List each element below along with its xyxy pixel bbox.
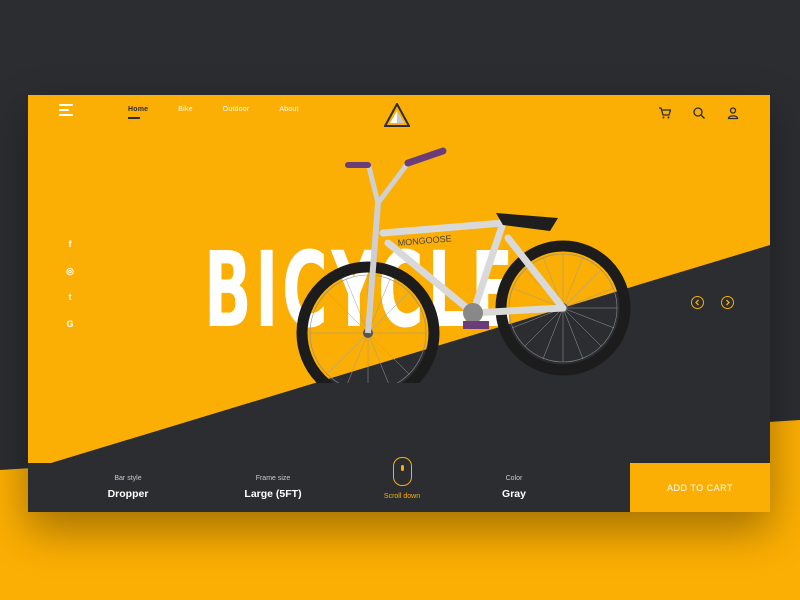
top-navigation: Home Bike Outdoor About xyxy=(28,95,770,135)
spec-label: Color xyxy=(505,475,523,482)
spec-label: Bar style xyxy=(114,475,142,482)
nav-bike[interactable]: Bike xyxy=(178,106,192,113)
spec-value: Gray xyxy=(502,488,526,500)
mouse-icon xyxy=(392,457,412,486)
add-to-cart-button[interactable]: ADD TO CART xyxy=(630,463,770,512)
svg-text:MONGOOSE: MONGOOSE xyxy=(397,233,452,248)
spec-bar-style: Bar style Dropper xyxy=(63,475,193,500)
google-icon[interactable]: G xyxy=(63,317,77,331)
spec-label: Frame size xyxy=(255,475,291,482)
social-links: f ◎ t G xyxy=(63,237,77,343)
spec-color: Color Gray xyxy=(449,475,579,500)
facebook-icon[interactable]: f xyxy=(63,237,77,251)
nav-home[interactable]: Home xyxy=(128,106,148,119)
menu-icon[interactable] xyxy=(59,104,75,118)
spec-value: Dropper xyxy=(107,488,149,500)
cart-icon[interactable] xyxy=(658,106,672,120)
header-actions xyxy=(658,106,740,120)
nav-about[interactable]: About xyxy=(279,106,298,113)
scroll-down-indicator[interactable]: Scroll down xyxy=(372,457,432,500)
twitter-icon[interactable]: t xyxy=(63,290,77,304)
nav-outdoor[interactable]: Outdoor xyxy=(223,106,250,113)
carousel-arrows xyxy=(691,296,734,309)
hero-card: Home Bike Outdoor About f ◎ t G BICYCLE … xyxy=(28,95,770,512)
spec-frame-size: Frame size Large (5FT) xyxy=(208,475,338,500)
user-icon[interactable] xyxy=(726,106,740,120)
instagram-icon[interactable]: ◎ xyxy=(63,264,77,278)
scroll-down-label: Scroll down xyxy=(383,493,421,500)
nav-links: Home Bike Outdoor About xyxy=(128,106,329,119)
search-icon[interactable] xyxy=(692,106,706,120)
specs-bar: Bar style Dropper Frame size Large (5FT)… xyxy=(28,457,630,512)
prev-arrow-icon[interactable] xyxy=(691,296,704,309)
spec-value: Large (5FT) xyxy=(244,488,302,500)
logo-icon[interactable] xyxy=(384,103,410,127)
next-arrow-icon[interactable] xyxy=(721,296,734,309)
bicycle-image: MONGOOSE xyxy=(296,147,631,383)
